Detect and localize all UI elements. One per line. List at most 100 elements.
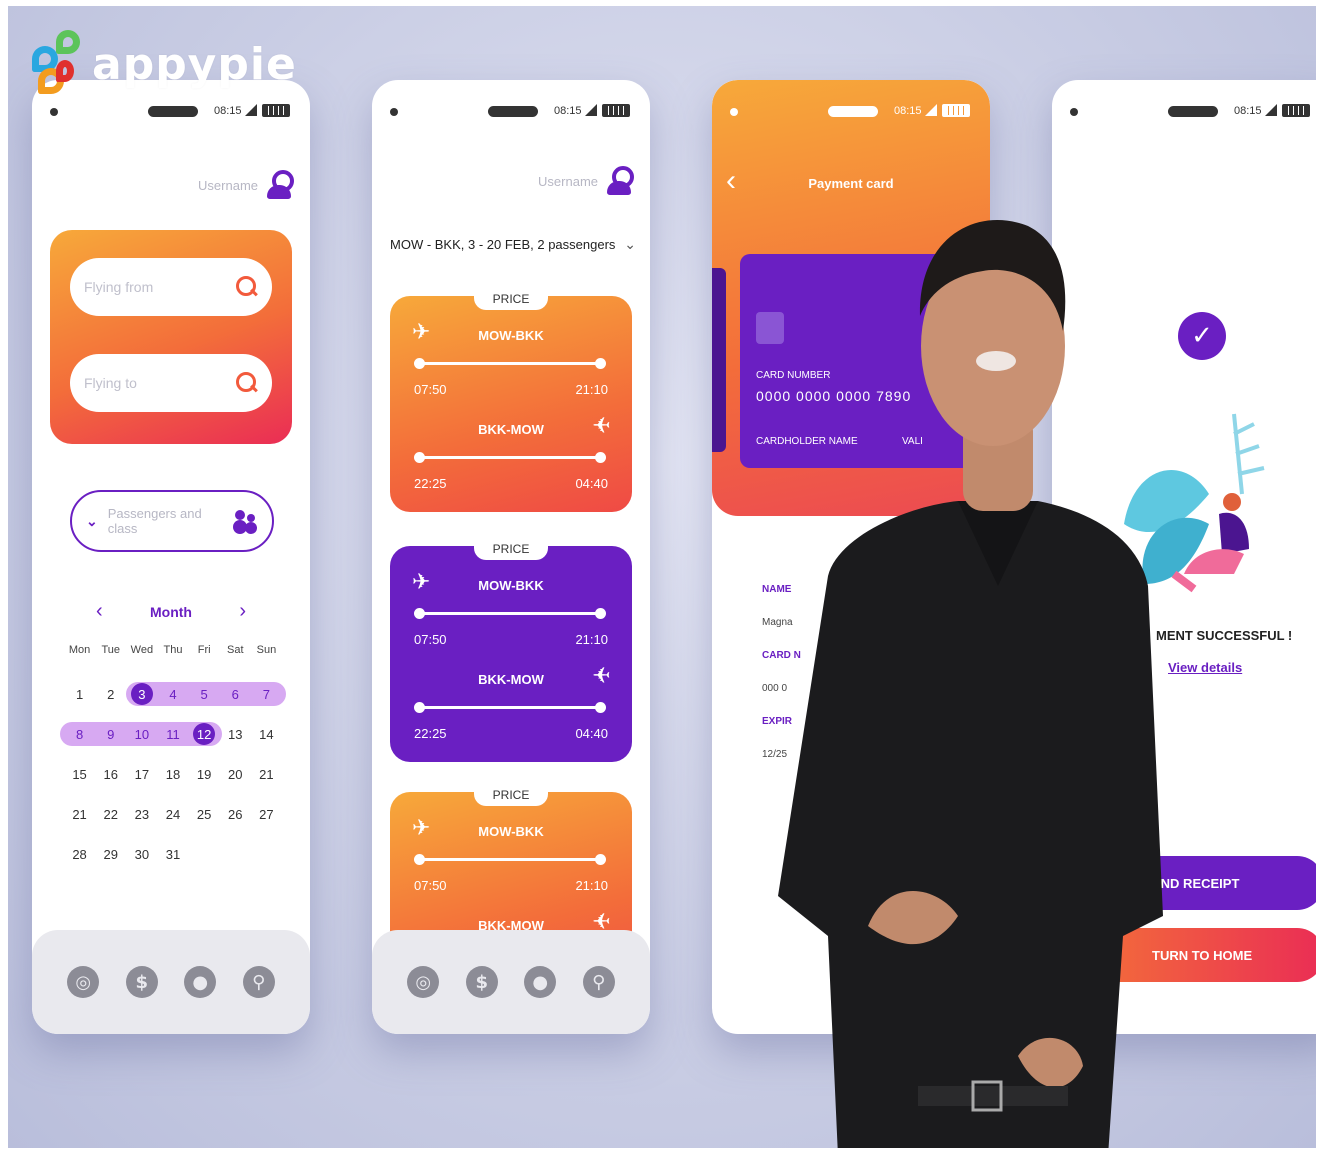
calendar-grid: Mon Tue Wed Thu Fri Sat Sun 1 2 3 4 5 6 … <box>60 644 286 874</box>
calendar-week: 1 2 3 4 5 6 7 <box>64 674 286 714</box>
user-profile[interactable]: Username <box>198 170 294 200</box>
calendar-day[interactable]: 30 <box>126 847 157 862</box>
calendar-day[interactable]: 23 <box>126 807 157 822</box>
departure-time: 07:50 <box>414 878 447 893</box>
calendar-day[interactable]: 20 <box>220 767 251 782</box>
calendar-day[interactable]: 18 <box>157 767 188 782</box>
camera-dot <box>730 108 738 116</box>
chevron-down-icon: ⌄ <box>86 512 98 529</box>
search-icon[interactable] <box>236 372 258 394</box>
departure-time: 07:50 <box>414 632 447 647</box>
weekday-label: Tue <box>101 644 120 656</box>
calendar-day[interactable]: 5 <box>189 687 220 702</box>
chevron-down-icon[interactable]: ⌄ <box>624 236 636 253</box>
avatar-icon[interactable] <box>606 166 634 196</box>
calendar-day[interactable]: 21 <box>251 767 282 782</box>
weekday-label: Wed <box>130 644 154 656</box>
flight-ticket-card[interactable]: PRICE ✈ MOW-BKK 07:50 21:10 ✈ BKK-MOW 22… <box>390 288 632 512</box>
signal-icon <box>585 104 597 116</box>
phone-search-screen: 08:15 Username Flying from Flying to ⌄ P… <box>32 80 310 1034</box>
battery-icon <box>1282 104 1310 117</box>
chevron-right-icon[interactable]: › <box>239 600 246 623</box>
phone-results-screen: 08:15 Username MOW - BKK, 3 - 20 FEB, 2 … <box>372 80 650 1034</box>
status-bar: 08:15 <box>712 102 990 122</box>
view-details-link[interactable]: View details <box>1168 660 1242 675</box>
previous-card-edge <box>712 268 726 452</box>
calendar-day[interactable]: 19 <box>189 767 220 782</box>
calendar-day[interactable]: 13 <box>220 727 251 742</box>
bottom-nav: ◎ $ ● ⚲ <box>32 930 310 1034</box>
calendar-day[interactable]: 21 <box>64 807 95 822</box>
location-icon[interactable]: ● <box>184 966 217 998</box>
status-time: 08:15 <box>554 105 582 117</box>
search-icon[interactable]: ⚲ <box>242 966 275 998</box>
timeline <box>414 608 606 619</box>
calendar-day[interactable]: 11 <box>157 727 188 742</box>
user-profile[interactable]: Username <box>538 166 634 196</box>
outbound-leg: ✈ MOW-BKK 07:50 21:10 <box>390 564 632 660</box>
presenter-photo <box>778 220 1163 1148</box>
calendar-day[interactable]: 4 <box>157 687 188 702</box>
route-code: BKK-MOW <box>478 422 544 437</box>
calendar-day-selected[interactable]: 3 <box>126 683 157 705</box>
status-bar: 08:15 <box>32 102 310 122</box>
calendar-day[interactable]: 9 <box>95 727 126 742</box>
dollar-icon[interactable]: $ <box>125 966 158 998</box>
calendar-day[interactable]: 25 <box>189 807 220 822</box>
route-summary-dropdown[interactable]: MOW - BKK, 3 - 20 FEB, 2 passengers ⌄ <box>390 236 636 253</box>
search-icon[interactable] <box>236 276 258 298</box>
calendar-day[interactable]: 27 <box>251 807 282 822</box>
globe-icon[interactable]: ◎ <box>67 966 100 998</box>
departure-time: 22:25 <box>414 476 447 491</box>
calendar-day[interactable]: 22 <box>95 807 126 822</box>
signal-icon <box>925 104 937 116</box>
month-label: Month <box>150 603 192 620</box>
calendar-day[interactable]: 1 <box>64 687 95 702</box>
globe-icon[interactable]: ◎ <box>407 966 440 998</box>
flight-search-panel: Flying from Flying to <box>50 230 292 444</box>
location-icon[interactable]: ● <box>524 966 557 998</box>
calendar-day[interactable]: 15 <box>64 767 95 782</box>
calendar-day[interactable]: 29 <box>95 847 126 862</box>
timeline <box>414 358 606 369</box>
return-leg: ✈ BKK-MOW 22:25 04:40 <box>390 658 632 754</box>
passengers-label: Passengers and class <box>107 506 202 536</box>
calendar-day[interactable]: 6 <box>220 687 251 702</box>
video-frame: appypie 08:15 Username Flying from Flyin… <box>8 6 1316 1148</box>
calendar-day[interactable]: 14 <box>251 727 282 742</box>
outbound-leg: ✈ MOW-BKK 07:50 21:10 <box>390 810 632 906</box>
flying-to-input[interactable]: Flying to <box>70 354 272 412</box>
timeline <box>414 702 606 713</box>
timeline <box>414 854 606 865</box>
flying-from-input[interactable]: Flying from <box>70 258 272 316</box>
timeline <box>414 452 606 463</box>
calendar-day[interactable]: 24 <box>157 807 188 822</box>
calendar-day[interactable]: 10 <box>126 727 157 742</box>
route-summary-text: MOW - BKK, 3 - 20 FEB, 2 passengers <box>390 237 616 252</box>
flying-to-placeholder: Flying to <box>84 375 137 391</box>
calendar-day[interactable]: 16 <box>95 767 126 782</box>
calendar-day[interactable]: 7 <box>251 687 282 702</box>
route-code: BKK-MOW <box>478 672 544 687</box>
chevron-left-icon[interactable]: ‹ <box>96 600 103 623</box>
flight-ticket-card-selected[interactable]: PRICE ✈ MOW-BKK 07:50 21:10 ✈ BKK-MOW 22… <box>390 538 632 762</box>
passengers-class-select[interactable]: ⌄ Passengers and class <box>70 490 274 552</box>
calendar-day[interactable]: 8 <box>64 727 95 742</box>
calendar-day[interactable]: 28 <box>64 847 95 862</box>
status-time: 08:15 <box>1234 105 1262 117</box>
calendar-weekdays: Mon Tue Wed Thu Fri Sat Sun <box>64 644 282 656</box>
dollar-icon[interactable]: $ <box>465 966 498 998</box>
avatar-icon[interactable] <box>266 170 294 200</box>
appypie-logo: appypie <box>28 20 297 100</box>
logo-text: appypie <box>92 39 297 90</box>
calendar-day[interactable]: 31 <box>157 847 188 862</box>
speaker-slot <box>148 106 198 117</box>
calendar-day[interactable]: 26 <box>220 807 251 822</box>
calendar-day[interactable]: 17 <box>126 767 157 782</box>
bottom-nav: ◎ $ ● ⚲ <box>372 930 650 1034</box>
route-code: MOW-BKK <box>478 824 544 839</box>
calendar-day[interactable]: 2 <box>95 687 126 702</box>
username-label: Username <box>198 177 258 193</box>
calendar-day-selected[interactable]: 12 <box>189 723 220 745</box>
search-icon[interactable]: ⚲ <box>582 966 615 998</box>
